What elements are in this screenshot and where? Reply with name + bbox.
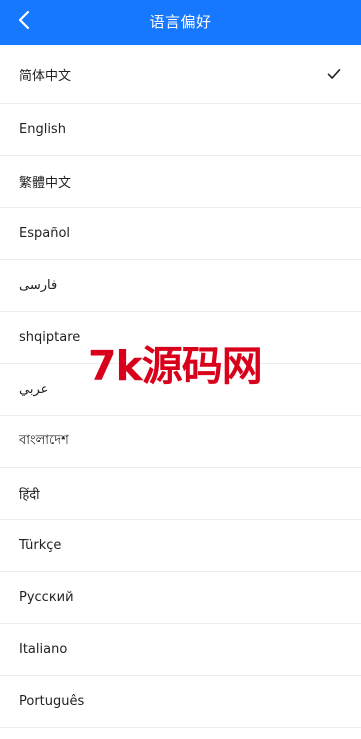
language-row-albanian[interactable]: shqiptare	[0, 312, 361, 364]
language-label: Português	[19, 694, 85, 709]
language-row-arabic[interactable]: عربي	[0, 364, 361, 416]
language-label: हिंदी	[19, 487, 40, 503]
language-label: বাংলাদেশ	[19, 433, 69, 448]
language-label: Русский	[19, 590, 74, 605]
language-row-hindi[interactable]: हिंदी	[0, 468, 361, 520]
language-label: shqiptare	[19, 330, 81, 345]
page-title: 语言偏好	[149, 13, 212, 31]
language-preference-screen: 语言偏好 简体中文 English 繁體中文 Español فارسی shq…	[0, 0, 361, 739]
language-row-italian[interactable]: Italiano	[0, 624, 361, 676]
back-button[interactable]	[12, 9, 36, 35]
top-bar: 语言偏好	[0, 0, 361, 45]
language-row-simplified-chinese[interactable]: 简体中文	[0, 45, 361, 104]
chevron-left-icon	[18, 10, 30, 34]
language-label: Italiano	[19, 642, 68, 657]
language-label: 繁體中文	[19, 176, 72, 191]
language-list: 简体中文 English 繁體中文 Español فارسی shqiptar…	[0, 45, 361, 728]
language-row-portuguese[interactable]: Português	[0, 676, 361, 728]
language-label: عربي	[19, 382, 49, 397]
language-label: 简体中文	[19, 68, 72, 84]
language-row-russian[interactable]: Русский	[0, 572, 361, 624]
language-label: فارسی	[19, 278, 58, 293]
language-row-turkish[interactable]: Türkçe	[0, 520, 361, 572]
language-row-bengali[interactable]: বাংলাদেশ	[0, 416, 361, 468]
language-label: Türkçe	[19, 538, 62, 553]
language-row-traditional-chinese[interactable]: 繁體中文	[0, 156, 361, 208]
language-label: Español	[19, 226, 71, 241]
language-label: English	[19, 122, 66, 137]
language-row-spanish[interactable]: Español	[0, 208, 361, 260]
language-row-english[interactable]: English	[0, 104, 361, 156]
language-row-persian[interactable]: فارسی	[0, 260, 361, 312]
checkmark-icon	[327, 67, 341, 81]
